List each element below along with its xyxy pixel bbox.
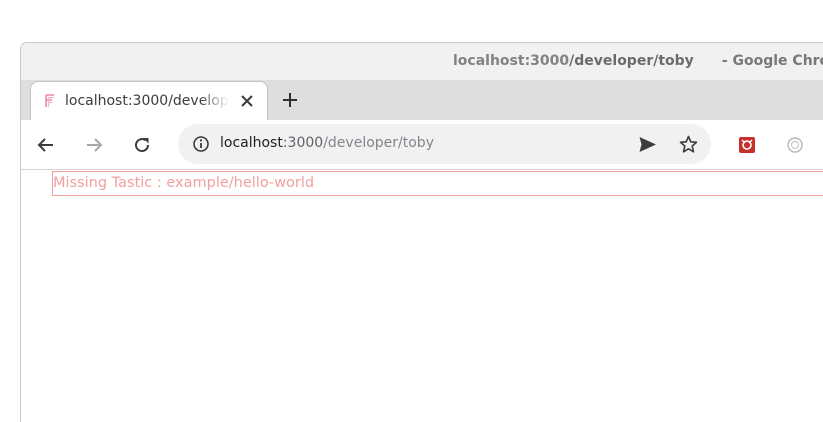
window-title: localhost:3000/developer/toby - Google Ch…	[453, 53, 823, 69]
tab-title: localhost:3000/developer/toby	[65, 93, 229, 109]
url-text[interactable]: localhost:3000/developer/toby	[220, 135, 434, 151]
window-title-path: /developer/toby	[569, 53, 694, 69]
bookmark-star-icon[interactable]	[679, 135, 698, 154]
reload-icon[interactable]	[132, 135, 152, 155]
tab-active[interactable]: localhost:3000/developer/toby	[30, 81, 268, 120]
page-content: Missing Tastic : example/hello-world	[21, 170, 823, 422]
window-title-app: - Google Chrome	[721, 53, 823, 69]
url-path: /developer/toby	[323, 135, 434, 151]
toolbar: localhost:3000/developer/toby	[21, 120, 823, 170]
tab-strip: localhost:3000/developer/toby	[21, 80, 823, 120]
browser-window: localhost:3000/developer/toby - Google Ch…	[20, 42, 823, 422]
missing-tastic-message: Missing Tastic : example/hello-world	[52, 171, 823, 196]
back-arrow-icon[interactable]	[36, 135, 56, 155]
new-tab-plus-icon[interactable]	[281, 91, 299, 109]
window-title-host: localhost:3000	[453, 53, 570, 69]
title-bar: localhost:3000/developer/toby - Google Ch…	[21, 43, 823, 80]
extension-icon[interactable]	[738, 136, 756, 154]
close-icon[interactable]	[239, 93, 255, 109]
url-host: localhost	[220, 135, 283, 151]
send-icon[interactable]	[638, 135, 657, 154]
tastic-favicon-icon	[45, 94, 54, 107]
info-icon[interactable]	[192, 135, 210, 153]
url-port: :3000	[282, 135, 324, 151]
address-bar[interactable]: localhost:3000/developer/toby	[178, 124, 711, 164]
extension-circle-icon[interactable]	[786, 136, 804, 154]
forward-arrow-icon[interactable]	[84, 135, 104, 155]
